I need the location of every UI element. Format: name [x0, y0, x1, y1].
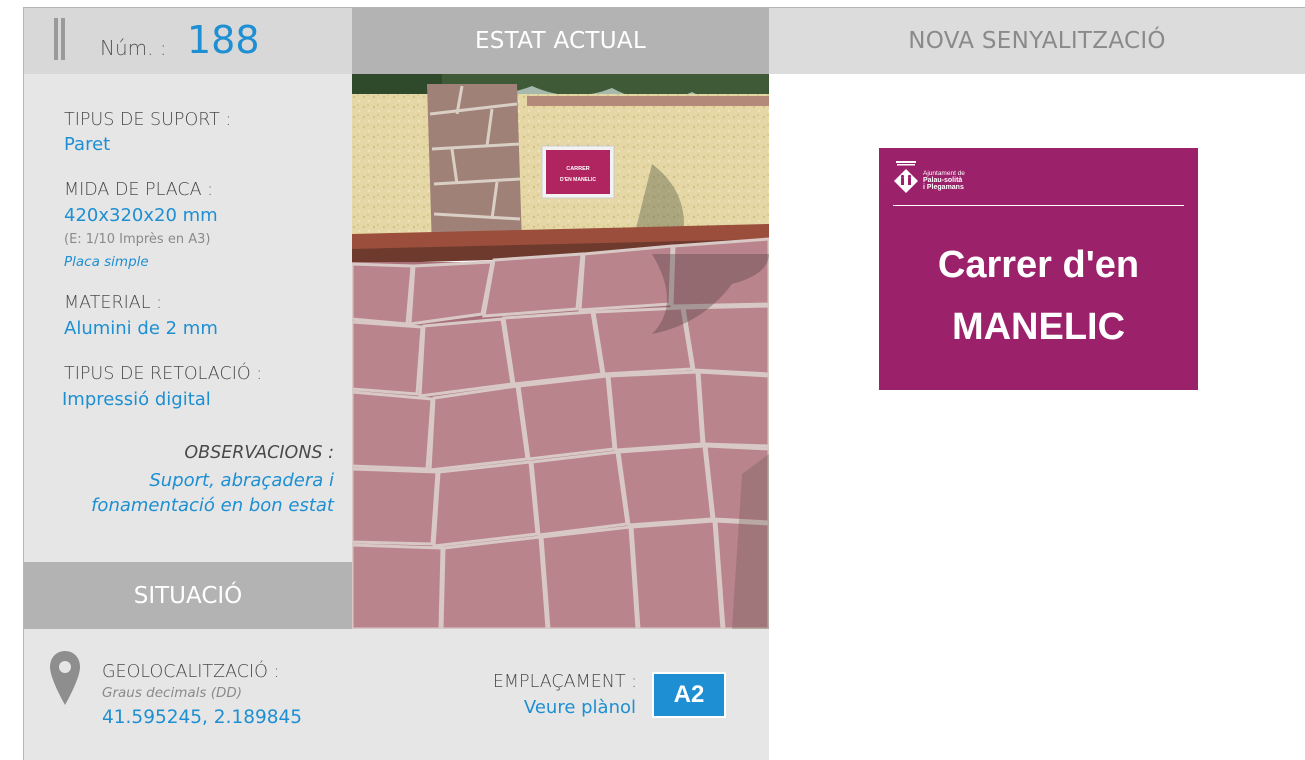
placement-label: EMPLAÇAMENT :	[492, 672, 637, 692]
sign-info-panel: TIPUS DE SUPORT : Paret MIDA DE PLACA : …	[24, 74, 352, 562]
street-name-line-2: MANELIC	[951, 306, 1126, 348]
location-pin-icon	[50, 651, 80, 705]
situation-header: SITUACIÓ	[24, 562, 352, 629]
old-street-sign: CARRER D'EN MANELIC	[541, 145, 615, 199]
situation-title: SITUACIÓ	[133, 583, 243, 609]
material-label: MATERIAL :	[64, 293, 162, 313]
municipality-line-1: Ajuntament de	[923, 170, 965, 177]
old-sign-line-1: CARRER	[566, 166, 590, 172]
street-name-line-1: Carrer d'en	[937, 244, 1140, 286]
sign-divider	[893, 205, 1184, 206]
support-type-value: Paret	[64, 134, 111, 155]
lettering-type-label: TIPUS DE RETOLACIÓ :	[64, 364, 263, 384]
record-number-label: Núm. :	[100, 36, 167, 60]
geolocation-format: Graus decimals (DD)	[102, 685, 243, 701]
observations-label: OBSERVACIONS :	[184, 443, 334, 463]
placement-code-badge[interactable]: A2	[652, 672, 726, 718]
double-bar-icon	[54, 18, 66, 60]
plate-size-label: MIDA DE PLACA :	[64, 180, 214, 200]
new-signage-header: NOVA SENYALITZACIÓ	[769, 8, 1305, 74]
support-type-label: TIPUS DE SUPORT :	[64, 110, 232, 130]
location-info-panel: GEOLOCALITZACIÓ : Graus decimals (DD) 41…	[24, 629, 769, 760]
old-sign-line-2: D'EN MANELIC	[560, 177, 596, 183]
geolocation-coordinates: 41.595245, 2.189845	[102, 707, 303, 728]
placement-map-link[interactable]: Veure plànol	[524, 697, 636, 718]
record-number-header: Núm. : 188	[24, 8, 352, 74]
record-number-value: 188	[187, 18, 260, 62]
current-state-photo: CARRER D'EN MANELIC	[352, 74, 769, 629]
lettering-type-value: Impressió digital	[62, 389, 211, 410]
municipality-line-3: i Plegamans	[923, 184, 964, 191]
new-street-sign: Ajuntament de Palau-solità i Plegamans C…	[879, 148, 1198, 390]
material-value: Alumini de 2 mm	[64, 318, 218, 339]
plate-size-value: 420x320x20 mm	[64, 205, 218, 226]
new-signage-title: NOVA SENYALITZACIÓ	[908, 28, 1166, 54]
plate-scale-note: (E: 1/10 Imprès en A3)	[64, 232, 211, 247]
municipality-name: Ajuntament de Palau-solità i Plegamans	[923, 170, 965, 191]
geolocation-label: GEOLOCALITZACIÓ :	[102, 662, 280, 682]
plate-kind: Placa simple	[64, 254, 149, 270]
observations-line-2: fonamentació en bon estat	[91, 495, 334, 516]
current-state-title: ESTAT ACTUAL	[474, 28, 647, 54]
current-state-header: ESTAT ACTUAL	[352, 8, 769, 74]
observations-line-1: Suport, abraçadera i	[149, 470, 334, 491]
municipal-shield-icon	[894, 161, 918, 193]
municipality-line-2: Palau-solità	[923, 177, 963, 184]
